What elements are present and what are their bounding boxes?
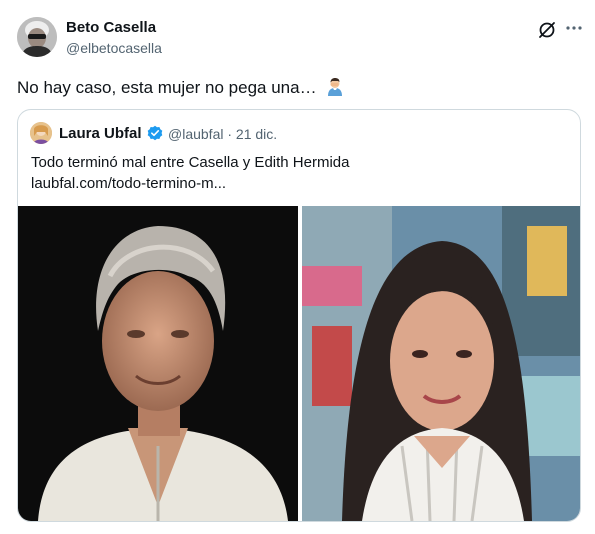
quoted-tweet[interactable]: Laura Ubfal @laubfal · 21 dic. Todo term… bbox=[17, 109, 581, 522]
man-facepalming-icon bbox=[325, 76, 345, 101]
tweet-text-content: No hay caso, esta mujer no pega una… bbox=[17, 78, 317, 97]
photo-man[interactable] bbox=[18, 206, 298, 521]
author-avatar[interactable] bbox=[17, 17, 57, 57]
photo-woman[interactable] bbox=[302, 206, 580, 521]
tweet: Beto Casella @elbetocasella No hay caso,… bbox=[0, 0, 595, 534]
quoted-tweet-text: Todo terminó mal entre Casella y Edith H… bbox=[31, 154, 350, 171]
author-name[interactable]: Beto Casella bbox=[66, 19, 156, 36]
tweet-text: No hay caso, esta mujer no pega una… bbox=[17, 76, 345, 101]
quoted-author-handle[interactable]: @laubfal · 21 dic. bbox=[168, 126, 277, 142]
grok-icon[interactable] bbox=[537, 20, 557, 40]
quoted-author-name[interactable]: Laura Ubfal bbox=[59, 125, 142, 142]
quoted-media[interactable] bbox=[18, 206, 580, 521]
quoted-tweet-link[interactable]: laubfal.com/todo-termino-m... bbox=[31, 173, 226, 194]
verified-badge-icon bbox=[147, 125, 163, 141]
author-handle[interactable]: @elbetocasella bbox=[66, 40, 162, 56]
quoted-author-avatar[interactable] bbox=[30, 122, 52, 144]
more-icon[interactable] bbox=[564, 18, 584, 38]
